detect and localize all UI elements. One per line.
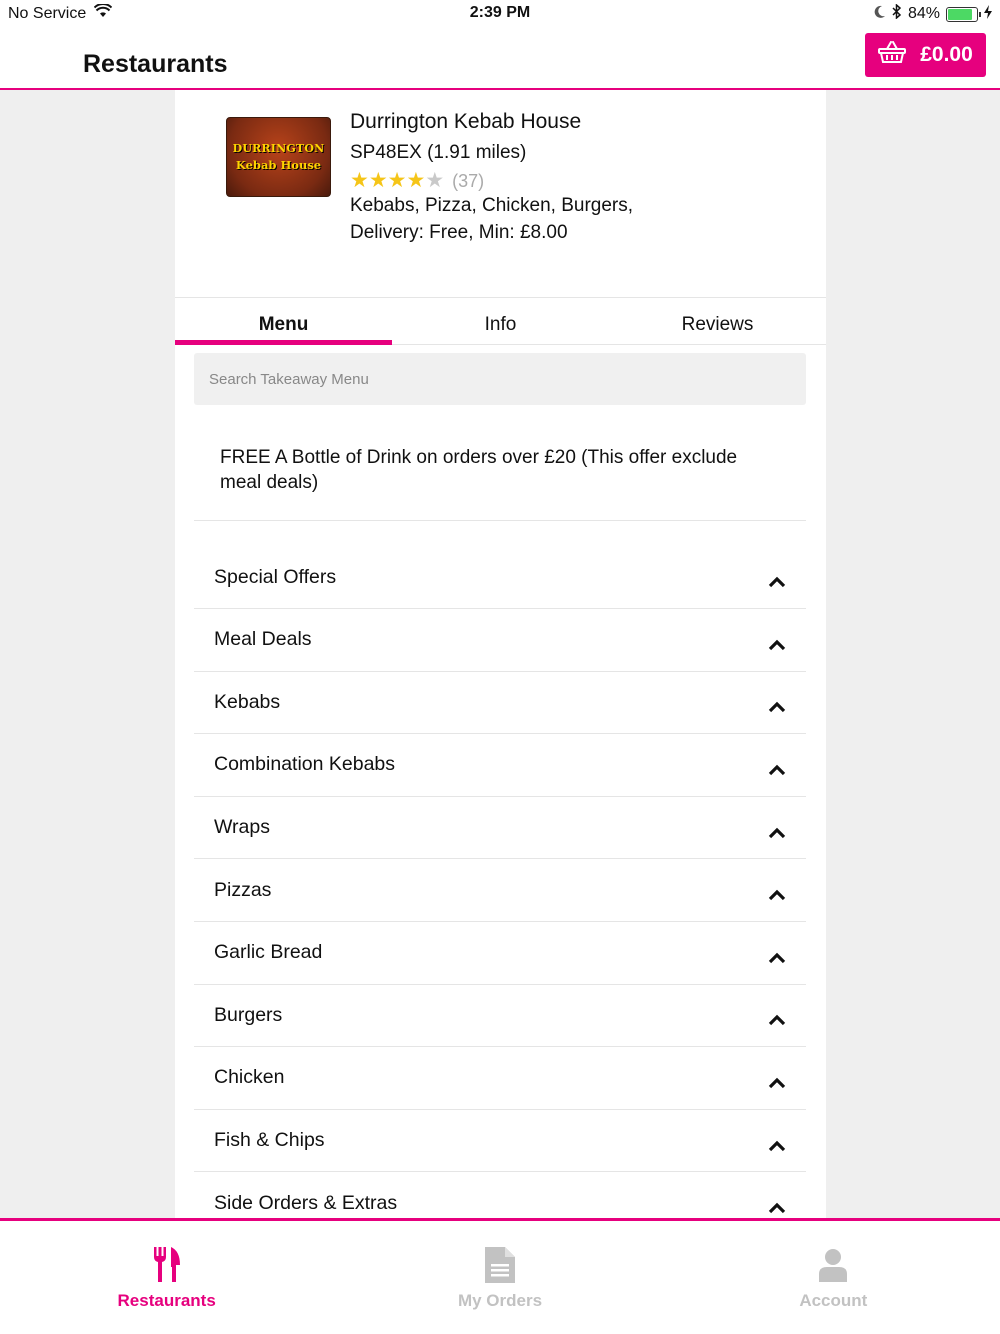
restaurant-info: DURRINGTON Kebab House Durrington Kebab … (175, 90, 826, 297)
chevron-up-icon (768, 822, 786, 838)
category-row[interactable]: Fish & Chips (194, 1110, 806, 1173)
category-label: Kebabs (214, 690, 281, 713)
nav-label-restaurants: Restaurants (117, 1291, 216, 1310)
chevron-up-icon (768, 947, 786, 963)
status-right: 84% (873, 3, 992, 24)
category-row[interactable]: Burgers (194, 985, 806, 1048)
moon-icon (873, 5, 886, 24)
category-label: Pizzas (214, 878, 272, 901)
rating-stars: ★★★★★ (350, 170, 444, 192)
top-header: Restaurants £0.00 (0, 28, 1000, 90)
category-label: Special Offers (214, 565, 337, 588)
category-row[interactable]: Special Offers (194, 530, 806, 609)
chevron-up-icon (768, 571, 786, 588)
person-icon (819, 1245, 848, 1285)
battery-percent: 84% (907, 5, 940, 22)
restaurant-panel: DURRINGTON Kebab House Durrington Kebab … (175, 90, 826, 1220)
restaurant-name: Durrington Kebab House (350, 110, 582, 133)
restaurant-delivery: Delivery: Free, Min: £8.00 (350, 222, 568, 243)
nav-label-my-orders: My Orders (457, 1291, 543, 1310)
category-label: Meal Deals (214, 628, 312, 651)
cart-total: £0.00 (920, 43, 973, 66)
star-icon: ★ (368, 169, 388, 192)
restaurant-cuisine: Kebabs, Pizza, Chicken, Burgers, (350, 195, 634, 216)
restaurant-logo: DURRINGTON Kebab House (226, 117, 331, 197)
battery-icon (946, 6, 981, 22)
fork-knife-icon (152, 1245, 182, 1285)
charging-icon (984, 4, 992, 24)
bluetooth-icon (892, 3, 902, 24)
document-icon (484, 1245, 515, 1285)
chevron-up-icon (768, 759, 786, 776)
nav-account[interactable]: Account (667, 1221, 1000, 1334)
chevron-up-icon (768, 1197, 786, 1214)
chevron-up-icon (768, 884, 786, 901)
logo-line1: DURRINGTON (232, 142, 325, 155)
status-bar: No Service 2:39 PM 84% (0, 0, 1000, 28)
category-label: Fish & Chips (214, 1129, 325, 1152)
star-icon: ★ (406, 169, 426, 192)
chevron-up-icon (768, 1072, 786, 1089)
tab-info[interactable]: Info (392, 298, 609, 344)
review-count: (37) (452, 170, 485, 191)
restaurant-tabs: Menu Info Reviews (175, 297, 826, 345)
category-label: Wraps (214, 816, 270, 839)
category-label: Garlic Bread (214, 941, 323, 964)
search-input[interactable] (194, 353, 806, 405)
category-row[interactable]: Chicken (194, 1047, 806, 1110)
tab-menu[interactable]: Menu (175, 298, 392, 345)
category-row[interactable]: Side Orders & Extras (194, 1172, 806, 1220)
star-icon: ★ (350, 169, 369, 192)
nav-label-account: Account (799, 1291, 868, 1310)
basket-icon (878, 41, 907, 69)
category-label: Burgers (214, 1003, 283, 1026)
bottom-nav: Restaurants My Orders Account (0, 1218, 1000, 1334)
category-label: Combination Kebabs (214, 753, 396, 776)
chevron-up-icon (768, 1009, 786, 1026)
category-label: Side Orders & Extras (214, 1191, 398, 1214)
chevron-up-icon (768, 634, 786, 650)
category-label: Chicken (214, 1066, 285, 1089)
cart-button[interactable]: £0.00 (865, 33, 986, 77)
chevron-up-icon (768, 696, 786, 713)
star-icon: ★ (387, 169, 407, 192)
category-row[interactable]: Kebabs (194, 672, 806, 735)
page-title: Restaurants (83, 50, 228, 78)
menu-categories: Special Offers Meal Deals Kebabs Combinatio… (194, 530, 806, 1220)
star-icon: ★ (425, 169, 445, 192)
offer-banner: FREE A Bottle of Drink on orders over £2… (194, 430, 806, 521)
restaurant-rating[interactable]: ★★★★★ (37) (350, 170, 484, 192)
category-row[interactable]: Pizzas (194, 859, 806, 922)
nav-my-orders[interactable]: My Orders (333, 1221, 666, 1334)
chevron-up-icon (768, 1135, 786, 1151)
category-row[interactable]: Meal Deals (194, 609, 806, 672)
category-row[interactable]: Combination Kebabs (194, 734, 806, 797)
tab-reviews[interactable]: Reviews (609, 298, 826, 344)
category-row[interactable]: Garlic Bread (194, 922, 806, 985)
restaurant-postcode: SP48EX (1.91 miles) (350, 142, 527, 163)
menu-search (194, 353, 806, 405)
category-row[interactable]: Wraps (194, 797, 806, 860)
logo-line2: Kebab House (235, 158, 322, 172)
status-time: 2:39 PM (469, 4, 531, 21)
nav-restaurants[interactable]: Restaurants (0, 1221, 333, 1334)
